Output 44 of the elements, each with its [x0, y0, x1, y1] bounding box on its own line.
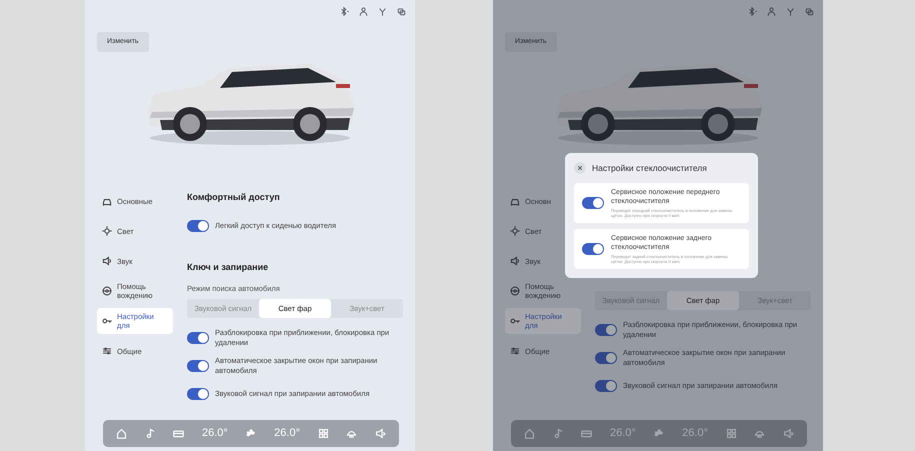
defrost-icon[interactable] [346, 428, 358, 439]
music-note-icon[interactable] [144, 428, 156, 439]
sun-icon [102, 226, 112, 236]
volume-icon[interactable] [375, 428, 386, 439]
toggle-switch[interactable] [187, 388, 209, 400]
steering-wheel-icon [102, 286, 112, 296]
key-icon [510, 316, 520, 326]
temperature-reading[interactable]: 26.0° [202, 425, 228, 442]
speaker-icon [102, 256, 112, 266]
section-heading: Комфортный доступ [187, 191, 281, 204]
dialog-title: Настройки стеклоочистителя [592, 162, 707, 175]
toggle-switch[interactable] [582, 196, 604, 209]
toggle-switch[interactable] [187, 220, 209, 232]
speaker-icon [510, 256, 520, 266]
toggle-switch[interactable] [595, 324, 617, 336]
grid-icon[interactable] [318, 428, 329, 439]
sliders-icon [510, 346, 520, 356]
close-button[interactable] [574, 162, 586, 174]
temperature-reading[interactable]: 26.0° [274, 425, 300, 442]
toggle-switch[interactable] [187, 332, 209, 344]
toggle-switch[interactable] [595, 352, 617, 364]
volume-icon[interactable] [783, 428, 794, 439]
home-icon[interactable] [524, 428, 535, 439]
defrost-icon[interactable] [754, 428, 766, 439]
grid-icon[interactable] [726, 428, 737, 439]
toggle-switch[interactable] [187, 360, 209, 372]
sun-icon [510, 226, 520, 236]
car-icon [102, 196, 112, 206]
key-icon [102, 316, 112, 326]
bluetooth-icon [748, 7, 757, 16]
section-heading: Ключ и запирание [187, 260, 270, 274]
sliders-icon [102, 346, 112, 356]
car-icon [510, 196, 520, 206]
person-icon [767, 7, 776, 16]
bluetooth-icon [340, 7, 349, 16]
link-icon [397, 7, 406, 16]
close-icon [577, 165, 583, 172]
person-icon [359, 7, 368, 16]
music-note-icon[interactable] [552, 428, 564, 439]
toggle-switch[interactable] [582, 242, 604, 255]
toggle-switch[interactable] [595, 380, 617, 392]
steering-wheel-icon [510, 286, 520, 296]
home-icon[interactable] [116, 428, 127, 439]
link-icon [805, 7, 814, 16]
